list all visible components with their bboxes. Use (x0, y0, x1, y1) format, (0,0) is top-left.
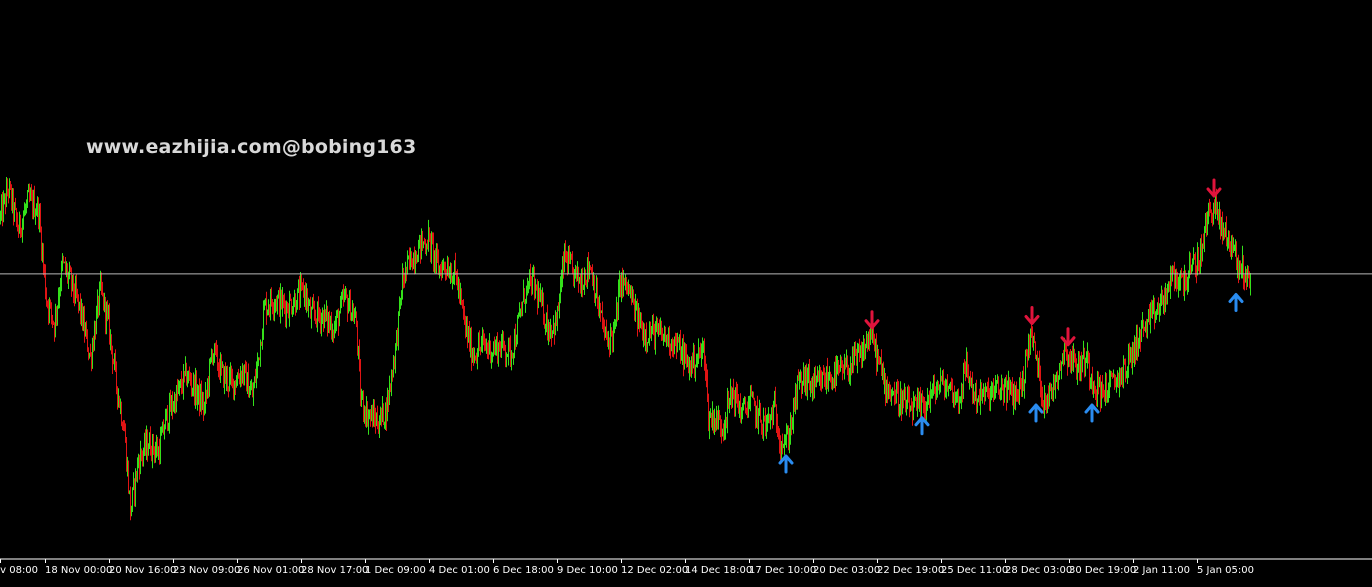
signal-arrows-layer (778, 178, 1244, 474)
x-tick-label: 12 Dec 02:00 (621, 565, 688, 576)
buy-arrow-icon (1084, 403, 1100, 423)
x-tick-label: 14 Dec 18:00 (685, 565, 752, 576)
chart-window[interactable]: www.eazhijia.com@bobing163 ov 08:0018 No… (0, 0, 1372, 587)
x-tick-label: 5 Jan 05:00 (1197, 565, 1254, 576)
candles-layer (0, 177, 1251, 521)
sell-arrow-icon (1206, 178, 1222, 198)
sell-arrow-icon (864, 310, 880, 330)
buy-arrow-icon (1228, 293, 1244, 312)
x-tick-label: ov 08:00 (0, 565, 38, 576)
x-tick-label: 25 Dec 11:00 (941, 565, 1008, 576)
x-tick-label: 28 Nov 17:00 (301, 565, 368, 576)
x-tick-label: 18 Nov 00:00 (45, 565, 112, 576)
x-tick-label: 6 Dec 18:00 (493, 565, 554, 576)
x-tick-label: 2 Jan 11:00 (1133, 565, 1190, 576)
x-tick-label: 30 Dec 19:00 (1069, 565, 1136, 576)
sell-arrow-icon (1060, 327, 1076, 347)
x-tick-label: 23 Nov 09:00 (173, 565, 240, 576)
buy-arrow-icon (1028, 403, 1044, 423)
price-chart[interactable]: ov 08:00 18 Nov 00:0020 Nov 16:0023 Nov 0… (0, 0, 1372, 587)
time-axis: ov 08:00 18 Nov 00:0020 Nov 16:0023 Nov 0… (0, 558, 1372, 576)
x-tick-label: 20 Nov 16:00 (109, 565, 176, 576)
x-tick-label: 26 Nov 01:00 (237, 565, 304, 576)
x-tick-label: 1 Dec 09:00 (365, 565, 426, 576)
x-tick-label: 17 Dec 10:00 (749, 565, 816, 576)
x-tick-label: 22 Dec 19:00 (877, 565, 944, 576)
x-tick-label: 28 Dec 03:00 (1005, 565, 1072, 576)
x-tick-label: 4 Dec 01:00 (429, 565, 490, 576)
x-tick-label: 9 Dec 10:00 (557, 565, 618, 576)
sell-arrow-icon (1024, 306, 1040, 325)
x-tick-label: 20 Dec 03:00 (813, 565, 880, 576)
